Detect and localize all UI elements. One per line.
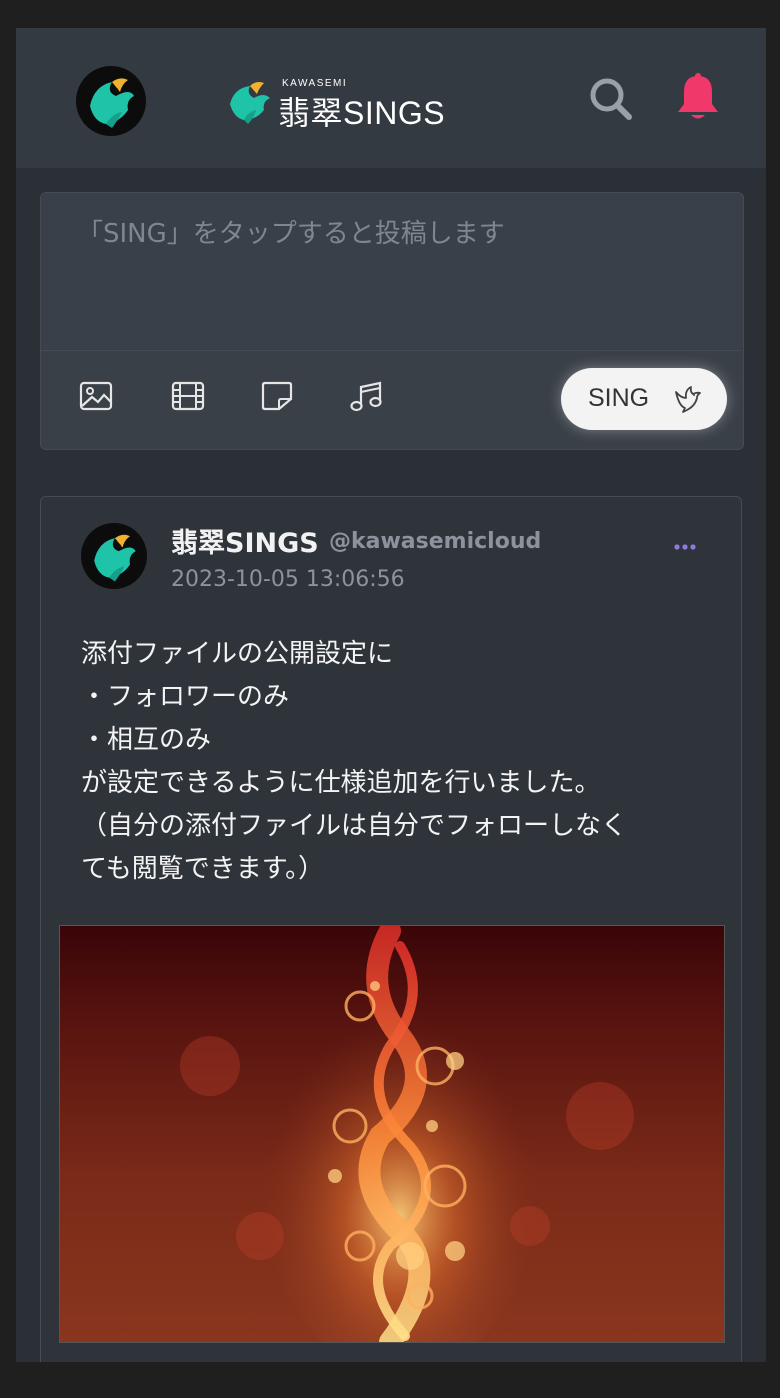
video-icon [171, 381, 205, 411]
brand-bird-icon [230, 82, 270, 124]
bell-icon [678, 73, 718, 119]
attach-sticker-button[interactable] [261, 381, 293, 415]
image-icon [79, 381, 113, 411]
top-bar: KAWASEMI 翡翠SINGS [16, 28, 766, 168]
sticker-icon [261, 381, 293, 411]
music-icon [350, 381, 382, 412]
post-author-name[interactable]: 翡翠SINGS [171, 521, 319, 560]
brand-main-text: 翡翠SINGS [278, 95, 446, 131]
sing-button[interactable]: SING [561, 368, 727, 430]
search-button[interactable] [588, 76, 634, 126]
kawasemi-bird-icon [90, 78, 134, 128]
notification-button[interactable] [676, 72, 720, 126]
post-card: 翡翠SINGS @kawasemicloud 2023-10-05 13:06:… [40, 496, 742, 1362]
user-avatar[interactable] [76, 66, 146, 136]
post-timestamp[interactable]: 2023-10-05 13:06:56 [171, 567, 405, 592]
post-author-avatar[interactable] [81, 523, 147, 589]
more-dots-icon [674, 544, 696, 550]
post-author-handle[interactable]: @kawasemicloud [329, 529, 541, 554]
search-icon [590, 78, 632, 120]
sing-button-label: SING [588, 384, 650, 412]
post-body-text: 添付ファイルの公開設定に ・フォロワーのみ ・相互のみ が設定できるように仕様追… [81, 639, 628, 884]
kawasemi-bird-icon [94, 534, 136, 582]
post-input[interactable] [41, 193, 741, 351]
attach-music-button[interactable] [349, 381, 383, 417]
fire-swirl-image [180, 926, 634, 1342]
attach-image-button[interactable] [79, 381, 113, 415]
bird-icon [675, 386, 701, 413]
post-composer: SING [40, 192, 744, 450]
attach-video-button[interactable] [171, 381, 205, 415]
app-frame: KAWASEMI 翡翠SINGS 「SING」をタップすると投稿します SING… [16, 28, 766, 1362]
post-more-button[interactable] [673, 537, 697, 556]
post-attachment-image[interactable] [59, 925, 725, 1343]
